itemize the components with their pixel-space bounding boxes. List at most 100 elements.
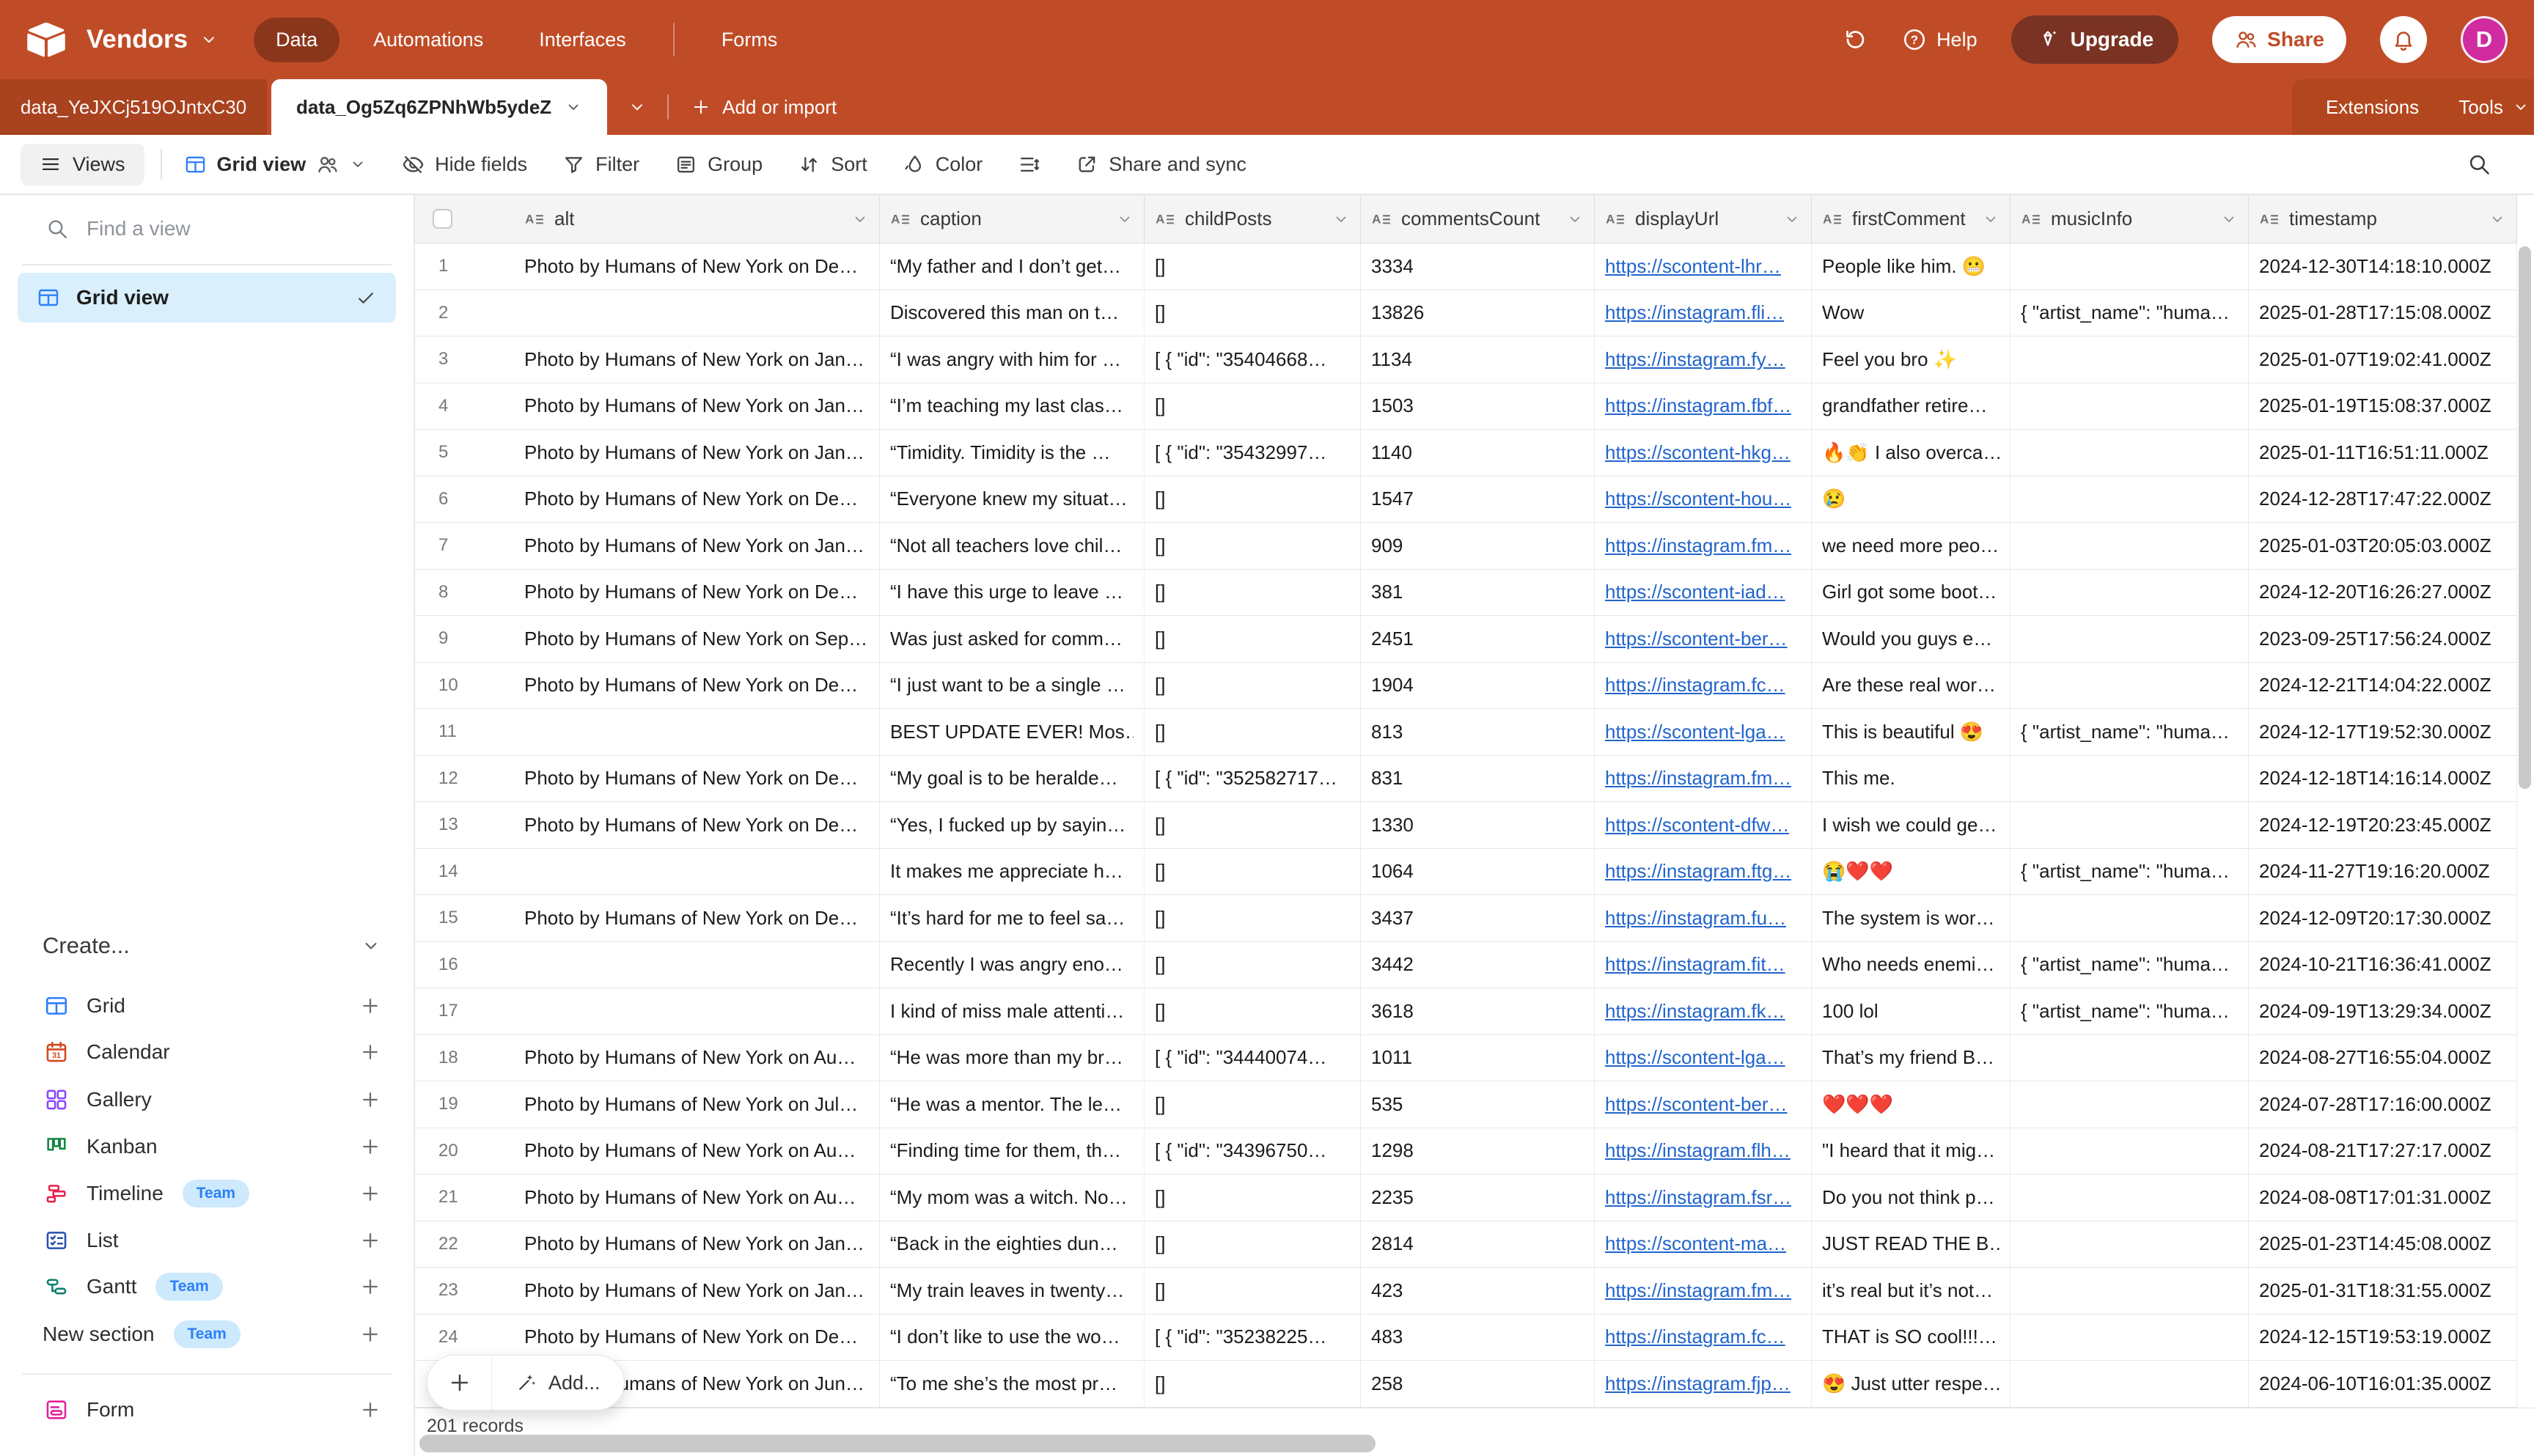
cell-displayUrl[interactable]: https://instagram.fjp… xyxy=(1595,1361,1812,1407)
cell-alt[interactable]: Photo by Humans of New York on De… xyxy=(514,1315,880,1361)
cell-displayUrl[interactable]: https://instagram.fc… xyxy=(1595,1315,1812,1361)
url-link[interactable]: https://scontent-lga… xyxy=(1605,1046,1785,1069)
cell-timestamp[interactable]: 2025-01-03T20:05:03.000Z xyxy=(2249,523,2517,569)
tab-interfaces[interactable]: Interfaces xyxy=(517,18,648,62)
cell-commentsCount[interactable]: 1298 xyxy=(1361,1128,1595,1174)
cell-displayUrl[interactable]: https://instagram.fc… xyxy=(1595,663,1812,709)
cell-caption[interactable]: “He was more than my br… xyxy=(880,1035,1145,1081)
cell-musicInfo[interactable] xyxy=(2010,756,2249,802)
row-number[interactable]: 23 xyxy=(415,1268,514,1314)
workspace-switcher[interactable]: Vendors xyxy=(87,25,218,54)
cell-displayUrl[interactable]: https://scontent-lga… xyxy=(1595,1035,1812,1081)
search-icon[interactable] xyxy=(2467,152,2491,177)
cell-commentsCount[interactable]: 1547 xyxy=(1361,477,1595,523)
cell-caption[interactable]: “I have this urge to leave … xyxy=(880,570,1145,616)
cell-alt[interactable] xyxy=(514,849,880,895)
cell-alt[interactable]: Photo by Humans of New York on Jan… xyxy=(514,430,880,476)
cell-timestamp[interactable]: 2025-01-07T19:02:41.000Z xyxy=(2249,337,2517,383)
cell-musicInfo[interactable] xyxy=(2010,337,2249,383)
sidebar-item-grid-view[interactable]: Grid view xyxy=(18,273,396,323)
cell-timestamp[interactable]: 2025-01-19T15:08:37.000Z xyxy=(2249,383,2517,430)
chevron-down-icon[interactable] xyxy=(851,210,869,228)
cell-childPosts[interactable]: [] xyxy=(1145,1081,1361,1128)
row-number[interactable]: 10 xyxy=(415,663,514,709)
cell-commentsCount[interactable]: 1064 xyxy=(1361,849,1595,895)
cell-caption[interactable]: “I don’t like to use the wo… xyxy=(880,1315,1145,1361)
cell-firstComment[interactable]: People like him. 😬 xyxy=(1812,243,2010,290)
cell-commentsCount[interactable]: 3618 xyxy=(1361,988,1595,1034)
hide-fields-button[interactable]: Hide fields xyxy=(402,153,527,176)
add-record-button[interactable] xyxy=(427,1356,492,1410)
cell-displayUrl[interactable]: https://scontent-ma… xyxy=(1595,1221,1812,1268)
cell-childPosts[interactable]: [] xyxy=(1145,570,1361,616)
cell-displayUrl[interactable]: https://instagram.fu… xyxy=(1595,895,1812,941)
cell-alt[interactable]: Photo by Humans of New York on De… xyxy=(514,663,880,709)
table-tab-inactive[interactable]: data_YeJXCj519OJntxC30 xyxy=(0,79,267,135)
cell-commentsCount[interactable]: 909 xyxy=(1361,523,1595,569)
cell-musicInfo[interactable]: { "artist_name": "huma… xyxy=(2010,942,2249,988)
cell-displayUrl[interactable]: https://scontent-iad… xyxy=(1595,570,1812,616)
sidebar-create-timeline[interactable]: TimelineTeam xyxy=(44,1172,381,1215)
select-all-cell[interactable] xyxy=(415,195,514,243)
cell-timestamp[interactable]: 2025-01-28T17:15:08.000Z xyxy=(2249,290,2517,337)
cell-timestamp[interactable]: 2024-10-21T16:36:41.000Z xyxy=(2249,942,2517,988)
sort-button[interactable]: Sort xyxy=(798,153,867,176)
table-tab-active[interactable]: data_Og5Zq6ZPNhWb5ydeZ xyxy=(271,79,607,135)
row-height-button[interactable] xyxy=(1018,153,1040,176)
cell-caption[interactable]: “Everyone knew my situat… xyxy=(880,477,1145,523)
find-view-search[interactable]: Find a view xyxy=(45,217,377,240)
cell-caption[interactable]: BEST UPDATE EVER! Mos… xyxy=(880,709,1145,755)
cell-caption[interactable]: “It’s hard for me to feel sa… xyxy=(880,895,1145,941)
cell-caption[interactable]: “Back in the eighties dun… xyxy=(880,1221,1145,1268)
cell-alt[interactable]: Photo by Humans of New York on Jan… xyxy=(514,523,880,569)
row-number[interactable]: 17 xyxy=(415,988,514,1034)
cell-firstComment[interactable]: 100 lol xyxy=(1812,988,2010,1034)
row-number[interactable]: 3 xyxy=(415,337,514,383)
cell-firstComment[interactable]: we need more peo… xyxy=(1812,523,2010,569)
cell-caption[interactable]: “Finding time for them, th… xyxy=(880,1128,1145,1174)
row-number[interactable]: 11 xyxy=(415,709,514,755)
row-number[interactable]: 8 xyxy=(415,570,514,616)
cell-childPosts[interactable]: [] xyxy=(1145,942,1361,988)
tab-forms[interactable]: Forms xyxy=(699,18,800,62)
cell-childPosts[interactable]: [] xyxy=(1145,1361,1361,1407)
cell-timestamp[interactable]: 2024-12-28T17:47:22.000Z xyxy=(2249,477,2517,523)
url-link[interactable]: https://scontent-lga… xyxy=(1605,721,1785,743)
row-number[interactable]: 9 xyxy=(415,616,514,662)
views-sidebar-toggle[interactable]: Views xyxy=(21,144,144,185)
plus-icon[interactable] xyxy=(359,1089,381,1111)
cell-firstComment[interactable]: "I heard that it mig… xyxy=(1812,1128,2010,1174)
cell-alt[interactable]: Photo by Humans of New York on De… xyxy=(514,243,880,290)
cell-caption[interactable]: “Yes, I fucked up by sayin… xyxy=(880,802,1145,848)
row-number[interactable]: 7 xyxy=(415,523,514,569)
cell-displayUrl[interactable]: https://instagram.fli… xyxy=(1595,290,1812,337)
cell-musicInfo[interactable] xyxy=(2010,1221,2249,1268)
select-all-checkbox[interactable] xyxy=(433,209,452,229)
table-list-chevron[interactable] xyxy=(607,79,667,135)
cell-firstComment[interactable]: The system is wor… xyxy=(1812,895,2010,941)
cell-childPosts[interactable]: [] xyxy=(1145,1174,1361,1221)
cell-alt[interactable] xyxy=(514,290,880,337)
avatar[interactable]: D xyxy=(2461,16,2508,63)
cell-musicInfo[interactable] xyxy=(2010,477,2249,523)
chevron-down-icon[interactable] xyxy=(1783,210,1801,228)
chevron-down-icon[interactable] xyxy=(2220,210,2238,228)
cell-caption[interactable]: “My goal is to be heralde… xyxy=(880,756,1145,802)
cell-musicInfo[interactable] xyxy=(2010,1315,2249,1361)
row-number[interactable]: 5 xyxy=(415,430,514,476)
url-link[interactable]: https://instagram.fc… xyxy=(1605,674,1785,696)
cell-timestamp[interactable]: 2024-11-27T19:16:20.000Z xyxy=(2249,849,2517,895)
plus-icon[interactable] xyxy=(359,1229,381,1251)
cell-musicInfo[interactable] xyxy=(2010,1081,2249,1128)
cell-musicInfo[interactable] xyxy=(2010,383,2249,430)
url-link[interactable]: https://scontent-hkg… xyxy=(1605,441,1791,464)
chevron-down-icon[interactable] xyxy=(1982,210,1999,228)
cell-alt[interactable]: Photo by Humans of New York on Jan… xyxy=(514,383,880,430)
url-link[interactable]: https://instagram.fm… xyxy=(1605,767,1791,790)
cell-caption[interactable]: “I was angry with him for … xyxy=(880,337,1145,383)
cell-childPosts[interactable]: [ { "id": "34396750… xyxy=(1145,1128,1361,1174)
cell-timestamp[interactable]: 2024-12-30T14:18:10.000Z xyxy=(2249,243,2517,290)
cell-firstComment[interactable]: That’s my friend B… xyxy=(1812,1035,2010,1081)
url-link[interactable]: https://instagram.fit… xyxy=(1605,953,1785,976)
cell-commentsCount[interactable]: 381 xyxy=(1361,570,1595,616)
